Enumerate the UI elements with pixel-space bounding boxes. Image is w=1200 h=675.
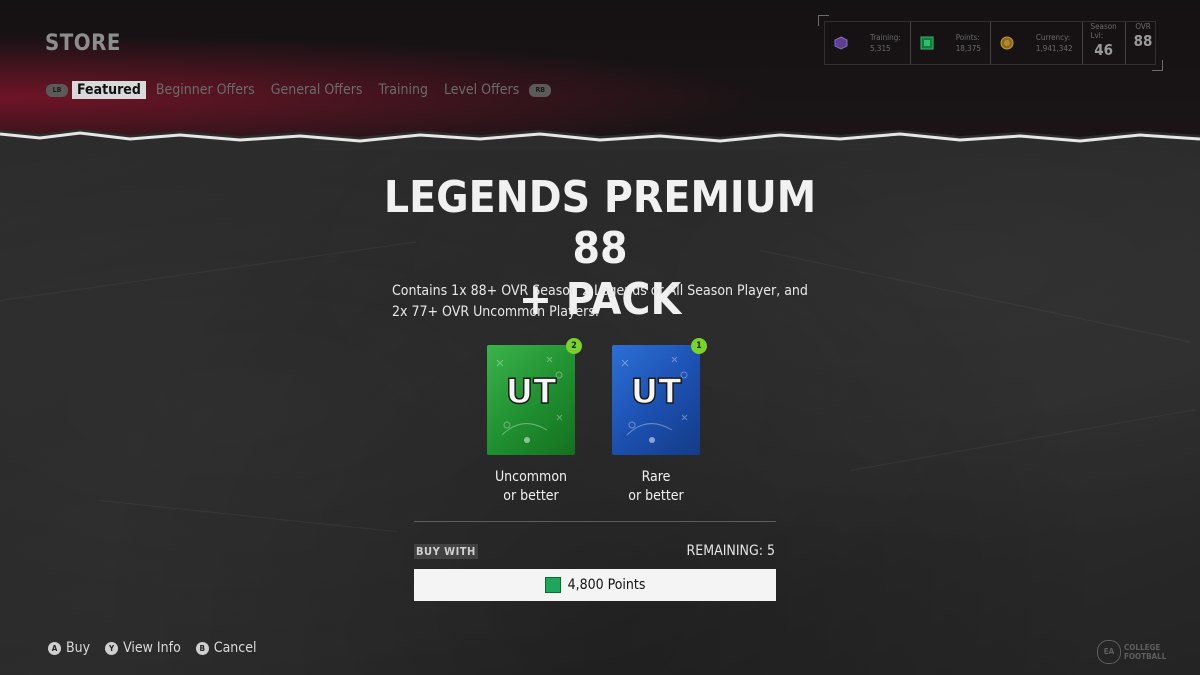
stat-training: Training: 5,315 — [825, 22, 911, 64]
pack-description: Contains 1x 88+ OVR Season 2 Legends or … — [392, 283, 808, 320]
rb-bumper-icon[interactable]: RB — [529, 83, 552, 97]
svg-text:UT: UT — [631, 372, 683, 412]
points-icon — [544, 577, 561, 593]
ea-logo-icon: EA — [1097, 640, 1121, 664]
stat-season-level: Season Lvl: 46 — [1083, 22, 1126, 64]
points-value: 18,375 — [955, 44, 981, 53]
training-icon — [834, 36, 848, 50]
card-count-badge: 2 — [566, 338, 582, 354]
pack-title-line1: LEGENDS PREMIUM 88 — [383, 172, 817, 274]
buy-points-button[interactable]: 4,800 Points — [414, 569, 776, 601]
card-label-line2: or better — [503, 488, 559, 504]
training-label: Training: — [870, 33, 901, 42]
svg-text:UT: UT — [506, 372, 558, 412]
college-football-logo: EA COLLEGE FOOTBALL — [1097, 640, 1166, 664]
points-label: Points: — [955, 33, 980, 42]
rare-card-label: Rare or better — [596, 468, 716, 506]
y-button-icon: Y — [105, 641, 119, 655]
b-button-icon: B — [195, 641, 209, 655]
cancel-prompt[interactable]: B Cancel — [195, 640, 257, 656]
tab-beginner-offers[interactable]: Beginner Offers — [156, 82, 255, 98]
view-info-prompt[interactable]: Y View Info — [105, 640, 181, 656]
uncommon-card: UT — [487, 345, 575, 455]
card-count-badge: 1 — [691, 338, 707, 354]
cancel-prompt-label: Cancel — [213, 640, 257, 656]
ut-logo-icon: UT — [496, 356, 563, 443]
currency-label: Currency: — [1035, 33, 1071, 42]
points-icon — [920, 36, 934, 50]
stat-points: Points: 18,375 — [911, 22, 991, 64]
card-label-line1: Uncommon — [494, 469, 568, 485]
buy-prompt-label: Buy — [66, 640, 91, 656]
coin-icon — [1000, 36, 1014, 50]
tab-featured[interactable]: Featured — [72, 81, 146, 99]
ovr-label: OVR — [1135, 22, 1151, 31]
tab-general-offers[interactable]: General Offers — [271, 82, 363, 98]
ovr-value: 88 — [1133, 32, 1153, 50]
view-info-prompt-label: View Info — [123, 640, 181, 656]
currency-stats-panel: Training: 5,315 Points: 18,375 Currency:… — [824, 21, 1156, 65]
divider — [414, 521, 776, 522]
stat-ovr: OVR 88 — [1126, 22, 1161, 64]
remaining-count: REMAINING: 5 — [686, 543, 775, 559]
a-button-icon: A — [48, 641, 61, 655]
tab-level-offers[interactable]: Level Offers — [444, 82, 519, 98]
button-prompts: A Buy Y View Info B Cancel — [48, 640, 271, 656]
tab-training[interactable]: Training — [378, 82, 428, 98]
buy-with-label: BUY WITH — [414, 544, 478, 559]
uncommon-card-label: Uncommon or better — [471, 468, 591, 506]
price-label: 4,800 Points — [567, 577, 646, 593]
tab-bar: LB Featured Beginner Offers General Offe… — [46, 80, 555, 100]
lb-bumper-icon[interactable]: LB — [46, 83, 68, 97]
brand-line2: FOOTBALL — [1124, 652, 1167, 661]
currency-value: 1,941,342 — [1035, 44, 1073, 53]
card-label-line1: Rare — [641, 469, 671, 485]
rare-card: UT — [612, 345, 700, 455]
ut-logo-icon: UT — [621, 356, 688, 443]
header-banner: STORE LB Featured Beginner Offers Genera… — [0, 0, 1200, 140]
stat-currency: Currency: 1,941,342 — [991, 22, 1083, 64]
brand-line1: COLLEGE — [1124, 643, 1161, 652]
season-level-value: 46 — [1094, 41, 1113, 59]
torn-paper-edge — [0, 129, 1200, 150]
buy-prompt[interactable]: A Buy — [48, 640, 90, 656]
training-value: 5,315 — [870, 44, 891, 53]
season-level-label: Season Lvl: — [1090, 22, 1117, 40]
page-title: STORE — [45, 31, 121, 56]
card-label-line2: or better — [628, 488, 684, 504]
